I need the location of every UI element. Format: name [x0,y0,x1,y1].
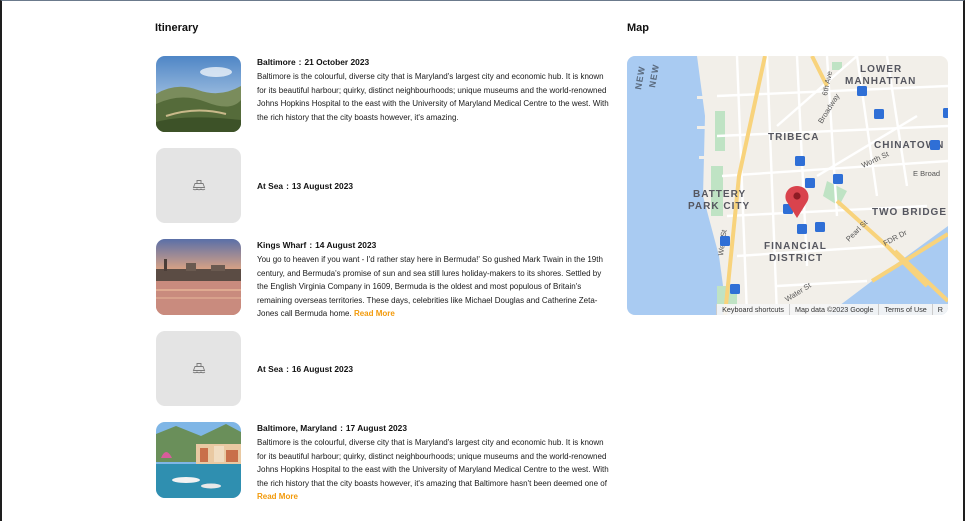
map-canvas: LOWER MANHATTAN TRIBECA CHINATOWN BATTER… [627,56,948,315]
location-name: Baltimore [257,57,296,67]
location-description: You go to heaven if you want - I'd rathe… [257,255,603,319]
itinerary-location-line: Baltimore:21 October 2023 [257,57,370,67]
report-link[interactable]: R [931,304,948,315]
map-heading: Map [627,22,649,34]
location-description: Baltimore is the colourful, diverse city… [257,72,609,122]
read-more-link[interactable]: Read More [257,492,298,501]
read-more-link[interactable]: Read More [354,309,395,318]
port-photo [156,239,241,315]
svg-text:DISTRICT: DISTRICT [769,253,823,264]
keyboard-shortcuts-link[interactable]: Keyboard shortcuts [716,304,790,315]
svg-text:LOWER: LOWER [860,64,902,75]
map-widget[interactable]: LOWER MANHATTAN TRIBECA CHINATOWN BATTER… [627,56,948,315]
ship-icon [192,179,205,190]
svg-text:E Broad: E Broad [913,169,940,178]
map-footer: Keyboard shortcuts Map data ©2023 Google… [627,304,948,315]
itinerary-location-line: Kings Wharf:14 August 2023 [257,240,377,250]
location-date: 13 August 2023 [291,181,354,191]
svg-text:BATTERY: BATTERY [693,189,746,200]
itinerary-location-line: At Sea:13 August 2023 [257,181,354,191]
at-sea-placeholder [156,148,241,223]
location-date: 14 August 2023 [315,240,377,250]
map-data-attribution: Map data ©2023 Google [789,304,879,315]
itinerary-heading: Itinerary [155,22,199,34]
svg-text:MANHATTAN: MANHATTAN [845,76,916,87]
at-sea-placeholder [156,331,241,406]
svg-text:TRIBECA: TRIBECA [768,132,819,143]
location-name: At Sea [257,181,284,191]
location-date: 21 October 2023 [304,57,370,67]
page-frame: Itinerary Map Baltimore:21 October 2023 … [0,0,965,521]
svg-text:FDR Dr: FDR Dr [882,228,909,248]
svg-text:PARK CITY: PARK CITY [688,201,750,212]
ship-icon [192,362,205,373]
terms-link[interactable]: Terms of Use [878,304,932,315]
port-photo [156,422,241,498]
port-photo [156,56,241,132]
svg-text:TWO BRIDGE: TWO BRIDGE [872,207,947,218]
itinerary-location-line: Baltimore, Maryland:17 August 2023 [257,423,407,433]
location-name: Baltimore, Maryland [257,423,338,433]
location-description: Baltimore is the colourful, diverse city… [257,438,609,502]
location-name: At Sea [257,364,284,374]
location-name: Kings Wharf [257,240,307,250]
location-date: 16 August 2023 [291,364,354,374]
location-date: 17 August 2023 [345,423,407,433]
itinerary-location-line: At Sea:16 August 2023 [257,364,354,374]
svg-text:FINANCIAL: FINANCIAL [764,241,827,252]
